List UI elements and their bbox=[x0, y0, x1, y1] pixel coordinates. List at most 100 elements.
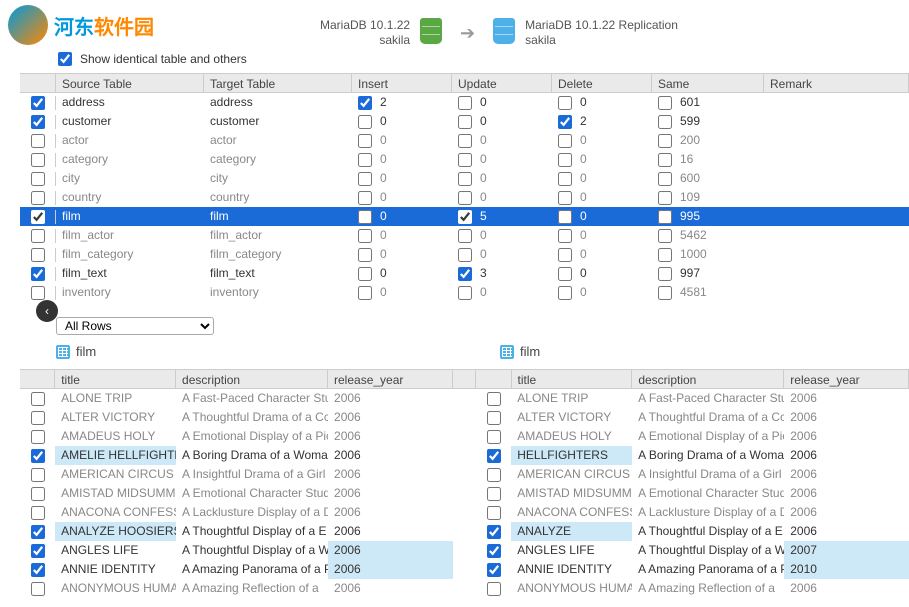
table-row[interactable]: actoractor000200 bbox=[20, 131, 909, 150]
same-checkbox[interactable] bbox=[658, 267, 672, 281]
delete-checkbox[interactable] bbox=[558, 210, 572, 224]
row-checkbox[interactable] bbox=[487, 468, 501, 482]
row-checkbox[interactable] bbox=[31, 267, 45, 281]
insert-checkbox[interactable] bbox=[358, 286, 372, 300]
col-description[interactable]: description bbox=[632, 370, 784, 388]
data-row[interactable]: ANACONA CONFESSIOA Lacklusture Display o… bbox=[20, 503, 909, 522]
insert-checkbox[interactable] bbox=[358, 229, 372, 243]
data-row[interactable]: ANALYZE HOOSIERSA Thoughtful Display of … bbox=[20, 522, 909, 541]
update-checkbox[interactable] bbox=[458, 267, 472, 281]
row-checkbox[interactable] bbox=[31, 392, 45, 406]
delete-checkbox[interactable] bbox=[558, 172, 572, 186]
table-row[interactable]: film_actorfilm_actor0005462 bbox=[20, 226, 909, 245]
delete-checkbox[interactable] bbox=[558, 267, 572, 281]
col-release-year[interactable]: release_year bbox=[784, 370, 909, 388]
col-same[interactable]: Same bbox=[652, 74, 764, 92]
delete-checkbox[interactable] bbox=[558, 191, 572, 205]
col-delete[interactable]: Delete bbox=[552, 74, 652, 92]
col-insert[interactable]: Insert bbox=[352, 74, 452, 92]
data-row[interactable]: AMADEUS HOLYA Emotional Display of a Pic… bbox=[20, 427, 909, 446]
row-checkbox[interactable] bbox=[487, 525, 501, 539]
delete-checkbox[interactable] bbox=[558, 115, 572, 129]
row-checkbox[interactable] bbox=[31, 134, 45, 148]
data-row[interactable]: ALONE TRIPA Fast-Paced Character Stuc200… bbox=[20, 389, 909, 408]
data-row[interactable]: ANONYMOUS HUMANA Amazing Reflection of a… bbox=[20, 579, 909, 598]
delete-checkbox[interactable] bbox=[558, 96, 572, 110]
update-checkbox[interactable] bbox=[458, 248, 472, 262]
same-checkbox[interactable] bbox=[658, 191, 672, 205]
same-checkbox[interactable] bbox=[658, 248, 672, 262]
row-checkbox[interactable] bbox=[31, 96, 45, 110]
insert-checkbox[interactable] bbox=[358, 134, 372, 148]
update-checkbox[interactable] bbox=[458, 191, 472, 205]
table-row[interactable]: addressaddress200601 bbox=[20, 93, 909, 112]
row-checkbox[interactable] bbox=[487, 487, 501, 501]
data-row[interactable]: AMERICAN CIRCUSA Insightful Drama of a G… bbox=[20, 465, 909, 484]
table-row[interactable]: film_categoryfilm_category0001000 bbox=[20, 245, 909, 264]
row-checkbox[interactable] bbox=[31, 286, 45, 300]
table-row[interactable]: film_textfilm_text030997 bbox=[20, 264, 909, 283]
table-row[interactable]: countrycountry000109 bbox=[20, 188, 909, 207]
row-checkbox[interactable] bbox=[31, 153, 45, 167]
insert-checkbox[interactable] bbox=[358, 248, 372, 262]
row-checkbox[interactable] bbox=[31, 229, 45, 243]
update-checkbox[interactable] bbox=[458, 210, 472, 224]
data-row[interactable]: ANGLES LIFEA Thoughtful Display of a W20… bbox=[20, 541, 909, 560]
row-checkbox[interactable] bbox=[31, 191, 45, 205]
delete-checkbox[interactable] bbox=[558, 153, 572, 167]
collapse-button[interactable]: ‹ bbox=[36, 300, 58, 322]
row-checkbox[interactable] bbox=[487, 563, 501, 577]
col-update[interactable]: Update bbox=[452, 74, 552, 92]
row-checkbox[interactable] bbox=[487, 449, 501, 463]
same-checkbox[interactable] bbox=[658, 96, 672, 110]
insert-checkbox[interactable] bbox=[358, 172, 372, 186]
table-row[interactable]: categorycategory00016 bbox=[20, 150, 909, 169]
show-identical-checkbox[interactable] bbox=[58, 52, 72, 66]
row-checkbox[interactable] bbox=[31, 411, 45, 425]
row-checkbox[interactable] bbox=[31, 449, 45, 463]
insert-checkbox[interactable] bbox=[358, 115, 372, 129]
col-source[interactable]: Source Table bbox=[56, 74, 204, 92]
row-checkbox[interactable] bbox=[487, 392, 501, 406]
row-checkbox[interactable] bbox=[31, 487, 45, 501]
data-row[interactable]: AMELIE HELLFIGHTERSA Boring Drama of a W… bbox=[20, 446, 909, 465]
col-description[interactable]: description bbox=[176, 370, 328, 388]
delete-checkbox[interactable] bbox=[558, 286, 572, 300]
row-checkbox[interactable] bbox=[487, 582, 501, 596]
update-checkbox[interactable] bbox=[458, 172, 472, 186]
row-checkbox[interactable] bbox=[31, 506, 45, 520]
same-checkbox[interactable] bbox=[658, 153, 672, 167]
same-checkbox[interactable] bbox=[658, 115, 672, 129]
delete-checkbox[interactable] bbox=[558, 248, 572, 262]
row-checkbox[interactable] bbox=[31, 430, 45, 444]
col-target[interactable]: Target Table bbox=[204, 74, 352, 92]
delete-checkbox[interactable] bbox=[558, 229, 572, 243]
insert-checkbox[interactable] bbox=[358, 96, 372, 110]
data-row[interactable]: ANNIE IDENTITYA Amazing Panorama of a P2… bbox=[20, 560, 909, 579]
table-row[interactable]: inventoryinventory0004581 bbox=[20, 283, 909, 302]
show-identical-toggle[interactable]: Show identical table and others bbox=[58, 52, 247, 66]
insert-checkbox[interactable] bbox=[358, 153, 372, 167]
delete-checkbox[interactable] bbox=[558, 134, 572, 148]
row-checkbox[interactable] bbox=[31, 544, 45, 558]
data-row[interactable]: ALTER VICTORYA Thoughtful Drama of a Cc2… bbox=[20, 408, 909, 427]
update-checkbox[interactable] bbox=[458, 115, 472, 129]
row-checkbox[interactable] bbox=[31, 563, 45, 577]
col-title[interactable]: title bbox=[512, 370, 633, 388]
update-checkbox[interactable] bbox=[458, 286, 472, 300]
row-checkbox[interactable] bbox=[487, 430, 501, 444]
table-row[interactable]: filmfilm050995 bbox=[20, 207, 909, 226]
table-row[interactable]: citycity000600 bbox=[20, 169, 909, 188]
update-checkbox[interactable] bbox=[458, 96, 472, 110]
rows-filter-select[interactable]: All Rows bbox=[56, 317, 214, 335]
row-checkbox[interactable] bbox=[31, 525, 45, 539]
row-checkbox[interactable] bbox=[31, 115, 45, 129]
table-row[interactable]: customercustomer002599 bbox=[20, 112, 909, 131]
same-checkbox[interactable] bbox=[658, 134, 672, 148]
same-checkbox[interactable] bbox=[658, 172, 672, 186]
row-checkbox[interactable] bbox=[487, 411, 501, 425]
insert-checkbox[interactable] bbox=[358, 267, 372, 281]
row-checkbox[interactable] bbox=[31, 210, 45, 224]
row-checkbox[interactable] bbox=[31, 248, 45, 262]
update-checkbox[interactable] bbox=[458, 134, 472, 148]
